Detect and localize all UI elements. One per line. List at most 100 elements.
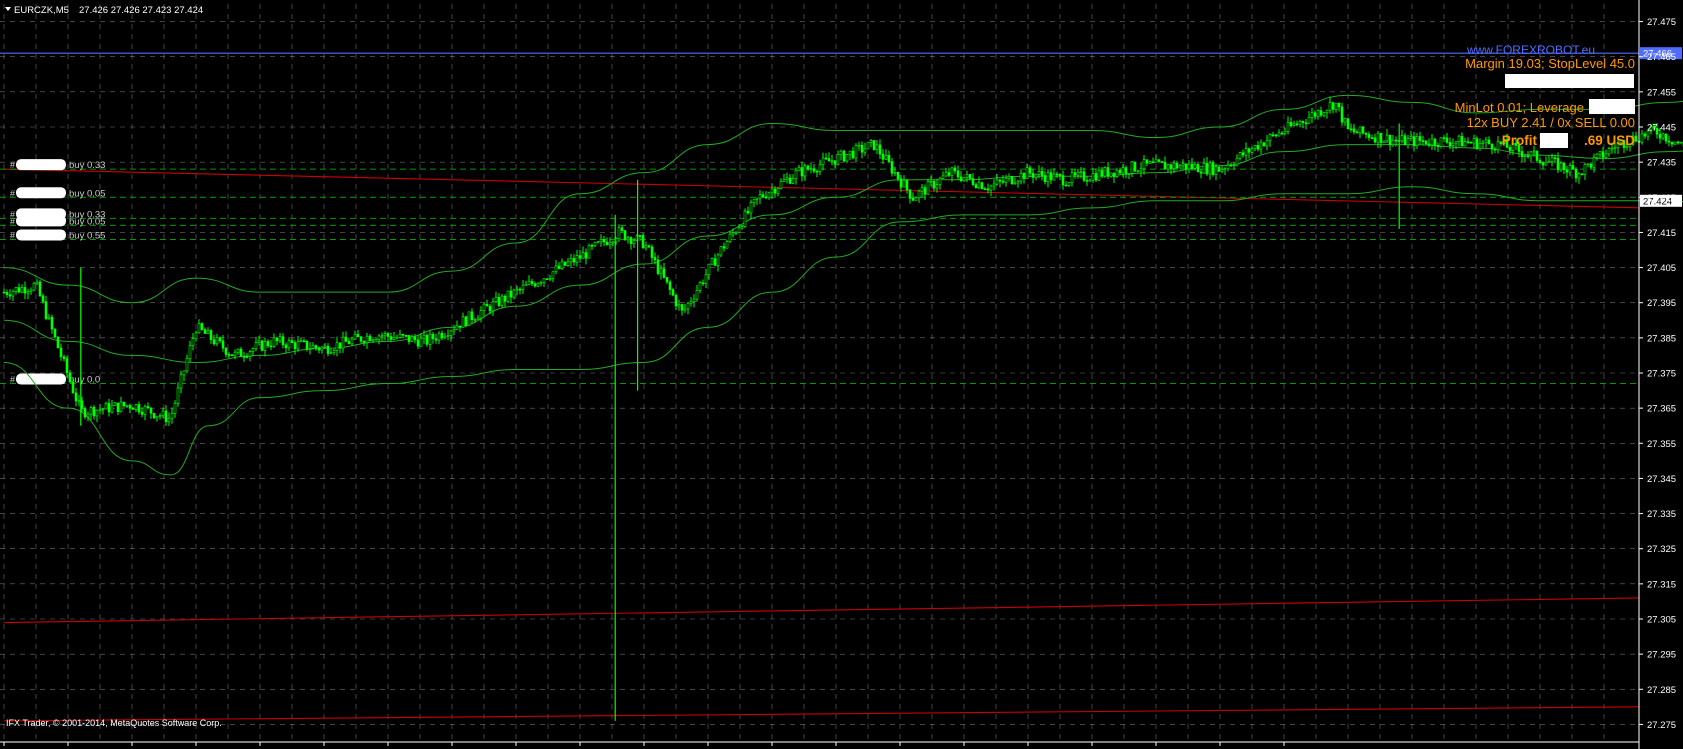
candle-body xyxy=(1478,143,1482,149)
candle-body xyxy=(119,401,123,412)
candle-body xyxy=(1178,165,1182,169)
candle-body xyxy=(1307,117,1311,124)
candle-body xyxy=(758,194,762,199)
candle-body xyxy=(425,335,429,345)
candle-body xyxy=(749,202,753,214)
candle-body xyxy=(980,182,984,190)
candle-body xyxy=(1001,180,1005,183)
candle-body xyxy=(1559,162,1563,171)
candle-body xyxy=(275,337,279,342)
candle-body xyxy=(896,171,900,179)
candle-body xyxy=(971,178,975,185)
candle-body xyxy=(662,268,666,278)
candle-body xyxy=(1253,145,1257,150)
candle-body xyxy=(590,245,594,247)
order-label: buy 0.05 xyxy=(69,216,105,227)
candle-body xyxy=(44,301,48,319)
candle-body xyxy=(1262,142,1266,147)
candle-body xyxy=(839,150,843,155)
candle-body xyxy=(647,245,651,248)
candle-body xyxy=(1007,176,1011,179)
candle-body xyxy=(446,335,450,337)
candle-body xyxy=(1541,162,1545,166)
candle-body xyxy=(560,261,564,269)
candle-body xyxy=(1442,137,1446,139)
candle-body xyxy=(1574,168,1578,179)
candle-body xyxy=(1127,173,1131,175)
candle-body xyxy=(803,165,807,177)
candle-body xyxy=(941,175,945,179)
candle-body xyxy=(1577,173,1581,179)
candle-body xyxy=(491,301,495,312)
candle-body xyxy=(1286,121,1290,132)
candle-body xyxy=(1532,150,1536,153)
candle-body xyxy=(1094,173,1098,181)
candle-body xyxy=(1364,132,1368,135)
candle-body xyxy=(371,339,375,342)
candle-body xyxy=(809,168,813,170)
candle-body xyxy=(395,337,399,339)
candle-body xyxy=(1181,163,1185,167)
candle-body xyxy=(1373,137,1377,143)
price-chart[interactable]: # buy 0.33# buy 0.05# buy 0.33# buy 0.05# buy… xyxy=(0,0,1683,749)
candle-body xyxy=(416,339,420,347)
candle-body xyxy=(734,232,738,234)
margin-label: Margin 19.03; StopLevel 45.0 xyxy=(1465,56,1635,71)
candle-body xyxy=(1106,167,1110,177)
candle-body xyxy=(101,408,105,411)
candle-body xyxy=(173,403,177,414)
candle-body xyxy=(1115,169,1119,177)
candle-body xyxy=(1283,130,1287,134)
candle-body xyxy=(1064,184,1068,187)
price-tick-label: 27.305 xyxy=(1647,615,1676,626)
candle-body xyxy=(1385,134,1389,142)
candle-body xyxy=(983,188,987,191)
candle-body xyxy=(1148,161,1152,164)
candle-body xyxy=(770,188,774,194)
candle-body xyxy=(179,374,183,389)
price-tick-label: 27.405 xyxy=(1647,263,1676,274)
price-tick-label: 27.395 xyxy=(1647,298,1676,309)
candle-body xyxy=(35,281,39,284)
candle-body xyxy=(368,335,372,342)
candle-body xyxy=(1670,141,1674,145)
candle-body xyxy=(530,281,534,285)
candle-body xyxy=(710,258,714,265)
candle-body xyxy=(1310,112,1314,118)
candle-body xyxy=(1058,173,1062,176)
candle-body xyxy=(158,415,162,417)
candle-body xyxy=(83,408,87,418)
candle-body xyxy=(1241,152,1245,156)
candle-body xyxy=(17,287,21,293)
candle-body xyxy=(287,340,291,349)
candle-body xyxy=(1418,136,1422,141)
candle-body xyxy=(377,335,381,340)
candle-body xyxy=(410,336,414,342)
candle-body xyxy=(899,178,903,188)
candle-body xyxy=(1163,161,1167,170)
price-tick-label: 27.275 xyxy=(1647,720,1676,731)
candle-body xyxy=(917,190,921,199)
candle-body xyxy=(143,406,147,415)
candle-body xyxy=(743,210,747,228)
candle-body xyxy=(563,261,567,266)
candle-body xyxy=(1547,161,1551,163)
candle-body xyxy=(1061,175,1065,186)
candle-body xyxy=(1523,155,1527,158)
candle-body xyxy=(1184,163,1188,170)
candle-body xyxy=(1133,161,1137,172)
candle-body xyxy=(632,240,636,245)
candle-body xyxy=(386,333,390,337)
candle-body xyxy=(1472,138,1476,144)
candle-body xyxy=(956,170,960,178)
candle-body xyxy=(1571,165,1575,170)
candle-body xyxy=(608,242,612,246)
candle-body xyxy=(776,188,780,194)
candle-body xyxy=(1208,162,1212,175)
candle-body xyxy=(32,283,36,291)
candle-body xyxy=(869,140,873,143)
candle-body xyxy=(5,291,9,295)
candle-body xyxy=(131,407,135,410)
candle-body xyxy=(794,170,798,179)
candle-body xyxy=(56,336,60,349)
